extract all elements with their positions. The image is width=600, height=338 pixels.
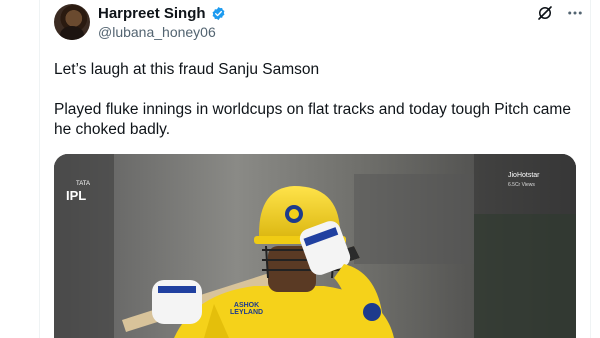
card-right-border [590,0,591,338]
jersey-sponsor: ASHOK LEYLAND [230,302,264,316]
broadcaster-watermark: JioHotstar 6.5Cr Views [508,172,540,188]
user-handle[interactable]: @lubana_honey06 [98,24,216,40]
avatar[interactable] [54,4,90,40]
tweet-media[interactable]: TATA IPL JioHotstar 6.5Cr Views ASHOK LE… [54,154,576,338]
tweet-actions-top [536,4,584,22]
more-icon[interactable] [566,4,584,22]
card-left-border [39,0,40,338]
display-name[interactable]: Harpreet Singh [98,5,206,22]
ipl-logo: TATA IPL [66,181,90,203]
verified-badge-icon [212,6,224,21]
tweet-text-line2: Played fluke innings in worldcups on fla… [54,101,571,138]
media-image [54,154,576,338]
views-count: 6.5Cr Views [508,182,535,188]
grok-icon[interactable] [536,4,554,22]
tweet-text: Let’s laugh at this fraud Sanju Samson P… [54,60,584,140]
tweet-text-line1: Let’s laugh at this fraud Sanju Samson [54,61,320,78]
author-row: Harpreet Singh [98,5,226,22]
